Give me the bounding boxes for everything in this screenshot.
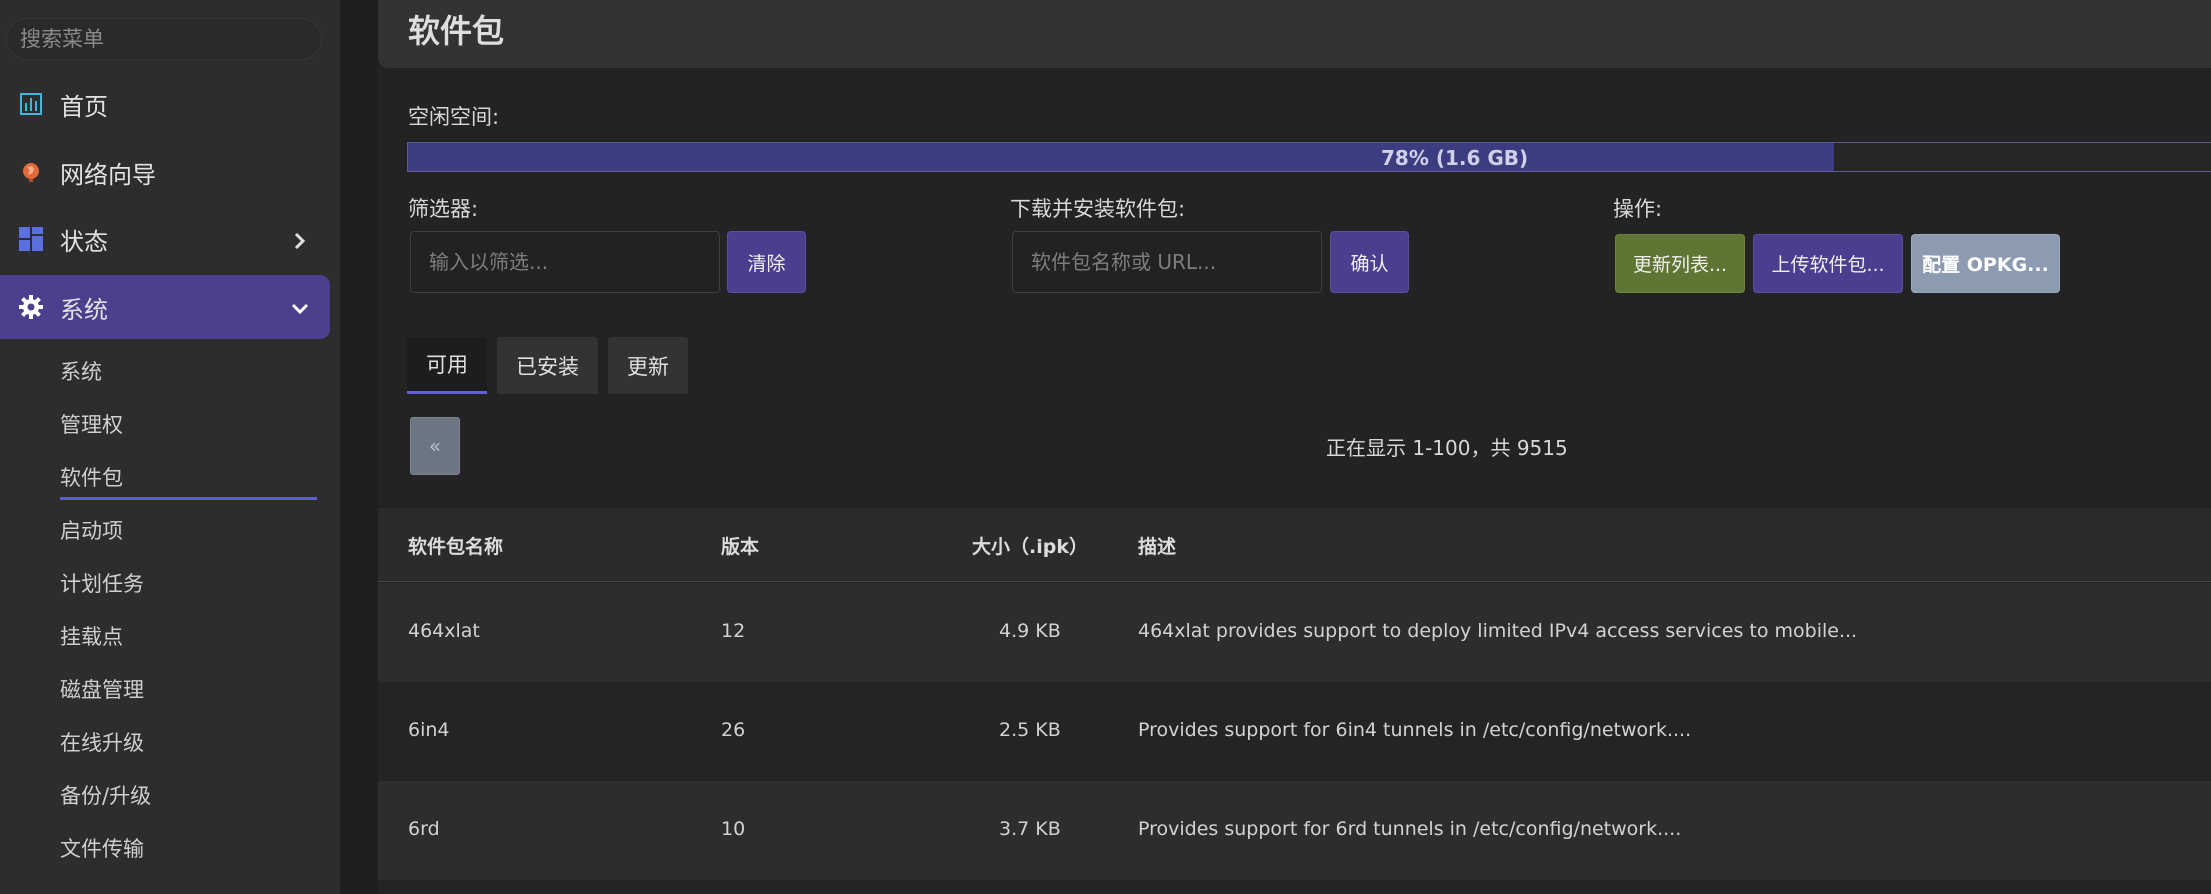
nav-item-home[interactable]: 首页 — [0, 72, 330, 136]
table-header — [378, 508, 2211, 582]
tab-installed[interactable]: 已安装 — [497, 337, 598, 394]
free-space-label: 空闲空间: — [408, 105, 500, 129]
chart-icon — [16, 89, 46, 119]
package-version: 26 — [721, 719, 746, 741]
sub-item-file-transfer[interactable]: 文件传输 — [60, 833, 144, 863]
sidebar: 搜索菜单 首页 网络向导 状态 系统 系统 管理权 软件包 启动项 计划任务 挂… — [0, 0, 340, 894]
sub-item-scheduled-tasks[interactable]: 计划任务 — [60, 568, 144, 598]
sub-item-backup-upgrade[interactable]: 备份/升级 — [60, 780, 151, 810]
nav-label: 首页 — [60, 92, 108, 121]
page-header — [378, 0, 2211, 68]
nav-label: 系统 — [60, 295, 108, 324]
package-name: 464xlat — [408, 620, 480, 642]
sub-item-software[interactable]: 软件包 — [60, 462, 123, 492]
filter-input[interactable]: 输入以筛选... — [410, 231, 720, 293]
package-name: 6rd — [408, 818, 440, 840]
update-lists-button[interactable]: 更新列表... — [1615, 234, 1745, 293]
gear-icon — [16, 292, 46, 322]
package-description: Provides support for 6in4 tunnels in /et… — [1138, 719, 1692, 741]
prev-page-button[interactable]: « — [410, 417, 460, 475]
chevron-right-icon — [290, 229, 310, 250]
package-size: 2.5 KB — [999, 719, 1061, 741]
package-version: 12 — [721, 620, 746, 642]
sub-item-startup[interactable]: 启动项 — [60, 515, 123, 545]
pager-status: 正在显示 1-100，共 9515 — [1326, 436, 1568, 460]
filter-label: 筛选器: — [408, 197, 479, 221]
sub-item-system[interactable]: 系统 — [60, 356, 102, 386]
nav-label: 网络向导 — [60, 160, 156, 189]
nav-item-network-wizard[interactable]: 网络向导 — [0, 140, 330, 204]
package-size: 4.9 KB — [999, 620, 1061, 642]
install-label: 下载并安装软件包: — [1010, 197, 1186, 221]
clear-button[interactable]: 清除 — [727, 231, 806, 293]
tab-updates[interactable]: 更新 — [608, 337, 688, 394]
package-description: Provides support for 6rd tunnels in /etc… — [1138, 818, 1682, 840]
sub-item-administration[interactable]: 管理权 — [60, 409, 123, 439]
globe-icon — [16, 157, 46, 187]
table-row — [378, 880, 2211, 894]
column-header-description[interactable]: 描述 — [1138, 532, 1176, 559]
free-space-bar — [407, 142, 2211, 172]
actions-label: 操作: — [1613, 197, 1663, 221]
confirm-install-button[interactable]: 确认 — [1330, 231, 1409, 293]
package-url-input[interactable]: 软件包名称或 URL... — [1012, 231, 1322, 293]
sub-item-disk-management[interactable]: 磁盘管理 — [60, 674, 144, 704]
sub-item-online-upgrade[interactable]: 在线升级 — [60, 727, 144, 757]
package-description: 464xlat provides support to deploy limit… — [1138, 620, 1858, 642]
nav-item-status[interactable]: 状态 — [0, 207, 330, 271]
column-header-version[interactable]: 版本 — [721, 532, 759, 559]
package-version: 10 — [721, 818, 746, 840]
free-space-text: 78% (1.6 GB) — [1381, 146, 1529, 170]
upload-package-button[interactable]: 上传软件包... — [1753, 234, 1903, 293]
column-header-name[interactable]: 软件包名称 — [408, 532, 503, 559]
menu-search-input[interactable]: 搜索菜单 — [6, 18, 322, 60]
column-header-size[interactable]: 大小（.ipk） — [972, 532, 1088, 559]
free-space-fill — [408, 143, 1834, 171]
page-title: 软件包 — [408, 12, 505, 50]
package-name: 6in4 — [408, 719, 450, 741]
tab-available[interactable]: 可用 — [407, 337, 487, 394]
active-sub-underline — [60, 497, 317, 500]
sidebar-gutter — [340, 0, 378, 894]
chevron-down-icon — [290, 297, 310, 317]
nav-item-system[interactable]: 系统 — [0, 275, 330, 339]
configure-opkg-button[interactable]: 配置 OPKG... — [1911, 234, 2060, 293]
nav-label: 状态 — [60, 227, 108, 256]
package-size: 3.7 KB — [999, 818, 1061, 840]
sub-item-mount-points[interactable]: 挂载点 — [60, 621, 123, 651]
dashboard-icon — [16, 224, 46, 254]
